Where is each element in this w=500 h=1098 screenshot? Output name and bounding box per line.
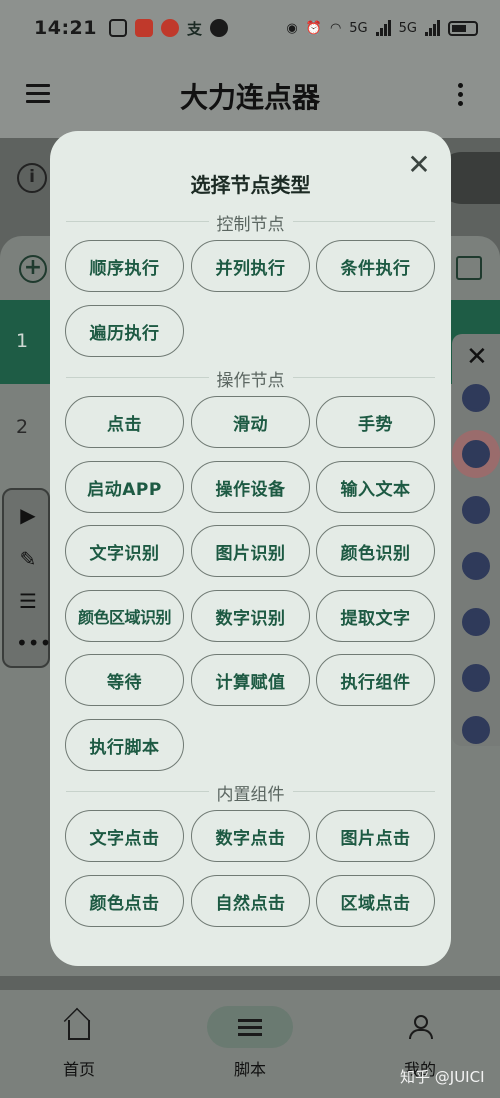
edit-icon[interactable]: [456, 256, 482, 280]
alipay-icon: 支: [186, 19, 202, 38]
wrench-icon[interactable]: [462, 664, 490, 692]
node-chip[interactable]: 数字点击: [191, 810, 310, 862]
node-chip[interactable]: 颜色区域识别: [65, 590, 184, 642]
signal-icon-2: [425, 20, 440, 36]
chat-icon: [210, 19, 228, 37]
wrench-icon[interactable]: [462, 608, 490, 636]
section-label: 内置组件: [208, 780, 293, 805]
net-type-2: 5G: [398, 20, 417, 36]
add-icon[interactable]: +: [19, 255, 47, 283]
wrench-icon[interactable]: [462, 552, 490, 580]
app-notification-icon: [134, 19, 153, 37]
node-chip[interactable]: 启动APP: [65, 461, 184, 513]
node-index: 1: [16, 330, 29, 352]
node-chip[interactable]: 执行脚本: [65, 719, 184, 771]
wrench-icon[interactable]: [462, 440, 490, 468]
section-header: 操作节点: [66, 366, 435, 391]
node-type-dialog: 选择节点类型 ✕ 控制节点 顺序执行 并列执行 条件执行 遍历执行 操作节点 点…: [50, 131, 451, 966]
signal-icon: [375, 20, 391, 36]
node-chip[interactable]: 条件执行: [316, 240, 435, 292]
nav-script[interactable]: 脚本: [190, 990, 310, 1098]
node-chip[interactable]: 数字识别: [191, 590, 310, 642]
node-chip[interactable]: 等待: [65, 654, 184, 706]
node-chip[interactable]: 滑动: [191, 396, 310, 448]
app-bar: 大力连点器: [0, 56, 500, 138]
close-panel-icon[interactable]: ✕: [466, 342, 488, 372]
node-chip[interactable]: 颜色识别: [316, 525, 435, 577]
pencil-icon[interactable]: ✎: [16, 548, 40, 570]
cast-icon: [108, 19, 127, 37]
wrench-icon[interactable]: [462, 496, 490, 524]
alarm-icon: ⏰: [305, 20, 322, 36]
node-chip[interactable]: 提取文字: [316, 590, 435, 642]
node-chip[interactable]: 顺序执行: [65, 240, 184, 292]
node-chip[interactable]: 手势: [316, 396, 435, 448]
wrench-icon[interactable]: [462, 716, 490, 744]
dialog-title: 选择节点类型: [190, 173, 311, 197]
section-label: 操作节点: [208, 366, 293, 391]
node-chip[interactable]: 图片点击: [316, 810, 435, 862]
node-chip[interactable]: 执行组件: [316, 654, 435, 706]
floating-toolbar: ▶ ✎ ☰ •••: [2, 488, 51, 668]
close-icon[interactable]: ✕: [404, 151, 434, 181]
home-icon: [68, 1020, 90, 1040]
node-chip[interactable]: 输入文本: [316, 461, 435, 513]
node-chip[interactable]: 并列执行: [191, 240, 310, 292]
node-index: 2: [16, 416, 29, 438]
info-icon[interactable]: i: [17, 163, 47, 193]
status-time: 14:21: [34, 17, 97, 39]
more-options-icon[interactable]: [458, 83, 464, 110]
person-icon: [409, 1015, 433, 1039]
node-chip[interactable]: 遍历执行: [65, 305, 184, 357]
nav-label: 首页: [62, 1060, 95, 1079]
more-icon[interactable]: •••: [16, 632, 51, 654]
watermark: 知乎 @JUICI: [400, 1068, 485, 1086]
node-chip[interactable]: 点击: [65, 396, 184, 448]
app-title: 大力连点器: [179, 81, 320, 114]
section-header: 控制节点: [66, 210, 435, 235]
node-chip[interactable]: 颜色点击: [65, 875, 184, 927]
node-chip[interactable]: 图片识别: [191, 525, 310, 577]
app-notification-icon-2: [160, 19, 179, 37]
node-chip[interactable]: 自然点击: [191, 875, 310, 927]
section-header: 内置组件: [66, 780, 435, 805]
wrench-icon[interactable]: [462, 384, 490, 412]
node-chip[interactable]: 文字点击: [65, 810, 184, 862]
node-chip[interactable]: 区域点击: [316, 875, 435, 927]
node-chip[interactable]: 文字识别: [65, 525, 184, 577]
eye-icon: ◉: [286, 20, 298, 36]
status-bar: 14:21 支 ◉ ⏰ ◠ 5G 5G: [0, 0, 500, 56]
list-icon[interactable]: ☰: [16, 590, 40, 612]
battery-icon: [448, 20, 478, 36]
node-chip[interactable]: 计算赋值: [191, 654, 310, 706]
section-label: 控制节点: [208, 210, 293, 235]
play-icon[interactable]: ▶: [16, 504, 40, 526]
node-chip[interactable]: 操作设备: [191, 461, 310, 513]
nav-label: 脚本: [233, 1060, 266, 1079]
nav-home[interactable]: 首页: [19, 990, 139, 1098]
net-type-1: 5G: [349, 20, 368, 36]
list-icon: [238, 1015, 262, 1040]
wifi-icon: ◠: [329, 20, 342, 36]
